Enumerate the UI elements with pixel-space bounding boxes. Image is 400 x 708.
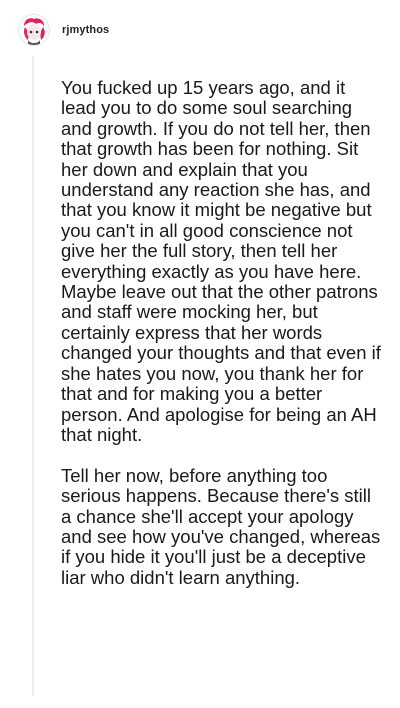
comment-header: rjmythos bbox=[18, 14, 109, 46]
avatar[interactable] bbox=[18, 14, 50, 46]
comment-body: You fucked up 15 years ago, and it lead … bbox=[61, 77, 381, 588]
comment-paragraph: Tell her now, before anything too seriou… bbox=[61, 464, 381, 588]
avatar-icon bbox=[19, 15, 49, 45]
thread-line bbox=[32, 56, 34, 696]
username[interactable]: rjmythos bbox=[62, 24, 109, 36]
comment-paragraph: You fucked up 15 years ago, and it lead … bbox=[61, 77, 381, 445]
comment-post: rjmythos You fucked up 15 years ago, and… bbox=[0, 0, 400, 708]
